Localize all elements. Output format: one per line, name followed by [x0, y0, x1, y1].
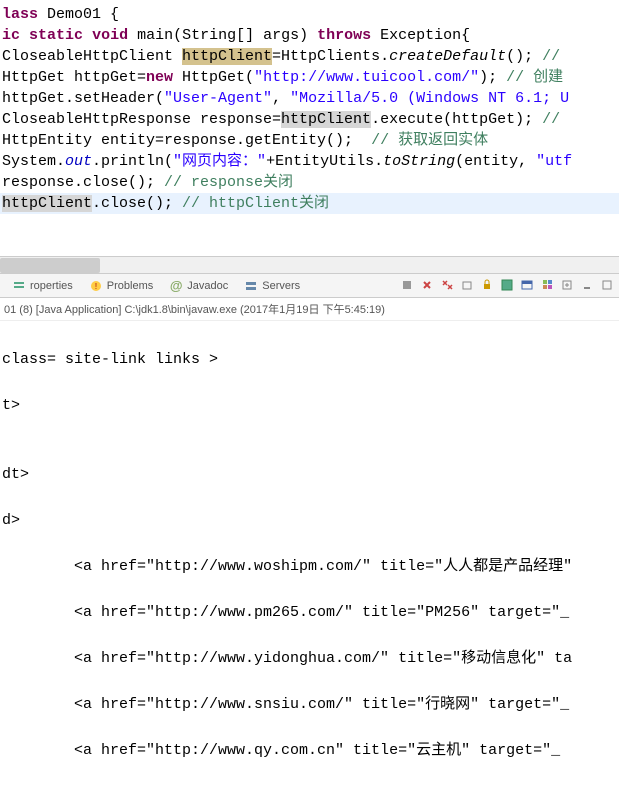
new-console-button[interactable] — [559, 277, 575, 293]
clear-console-button[interactable] — [459, 277, 475, 293]
console-line: class= site-link links > — [2, 348, 617, 371]
console-line: <a href="http://www.woshipm.com/" title=… — [2, 555, 617, 578]
code-line: lass Demo01 { — [0, 4, 619, 25]
svg-text:!: ! — [95, 282, 97, 291]
console-line: t> — [2, 394, 617, 417]
bottom-tabs: roperties !Problems @Javadoc Servers — [0, 273, 619, 298]
servers-icon — [244, 279, 258, 293]
remove-launch-button[interactable] — [419, 277, 435, 293]
code-line: HttpEntity entity=response.getEntity(); … — [0, 130, 619, 151]
maximize-button[interactable] — [599, 277, 615, 293]
horizontal-scrollbar[interactable] — [0, 256, 619, 273]
console-output[interactable]: class= site-link links > t> dt> d> <a hr… — [0, 321, 619, 789]
console-line: <a href="http://www.yidonghua.com/" titl… — [2, 647, 617, 670]
open-console-button[interactable] — [539, 277, 555, 293]
display-console-button[interactable] — [519, 277, 535, 293]
tab-servers[interactable]: Servers — [236, 274, 308, 297]
scroll-lock-button[interactable] — [479, 277, 495, 293]
problems-icon: ! — [89, 279, 103, 293]
console-line: <a href="http://www.snsiu.com/" title="行… — [2, 693, 617, 716]
tab-problems[interactable]: !Problems — [81, 274, 161, 297]
minimize-button[interactable] — [579, 277, 595, 293]
tab-javadoc[interactable]: @Javadoc — [161, 274, 236, 297]
code-editor[interactable]: lass Demo01 { ic static void main(String… — [0, 0, 619, 256]
code-line: CloseableHttpResponse response=httpClien… — [0, 109, 619, 130]
remove-all-button[interactable] — [439, 277, 455, 293]
code-line: System.out.println("网页内容："+EntityUtils.t… — [0, 151, 619, 172]
code-line: HttpGet httpGet=new HttpGet("http://www.… — [0, 67, 619, 88]
stop-button[interactable] — [399, 277, 415, 293]
console-line: d> — [2, 509, 617, 532]
properties-icon — [12, 279, 26, 293]
scroll-thumb[interactable] — [0, 258, 100, 273]
code-line: CloseableHttpClient httpClient=HttpClien… — [0, 46, 619, 67]
console-line: <a href="http://www.qy.com.cn" title="云主… — [2, 739, 617, 762]
console-toolbar — [399, 277, 615, 293]
console-line: <a href="http://www.pm265.com/" title="P… — [2, 601, 617, 624]
code-line-current: httpClient.close(); // httpClient关闭 — [0, 193, 619, 214]
code-line: response.close(); // response关闭 — [0, 172, 619, 193]
code-line: ic static void main(String[] args) throw… — [0, 25, 619, 46]
code-line: httpGet.setHeader("User-Agent", "Mozilla… — [0, 88, 619, 109]
javadoc-icon: @ — [169, 279, 183, 293]
console-header: 01 (8) [Java Application] C:\jdk1.8\bin\… — [0, 298, 619, 321]
pin-console-button[interactable] — [499, 277, 515, 293]
tab-properties[interactable]: roperties — [4, 274, 81, 297]
console-line: dt> — [2, 463, 617, 486]
